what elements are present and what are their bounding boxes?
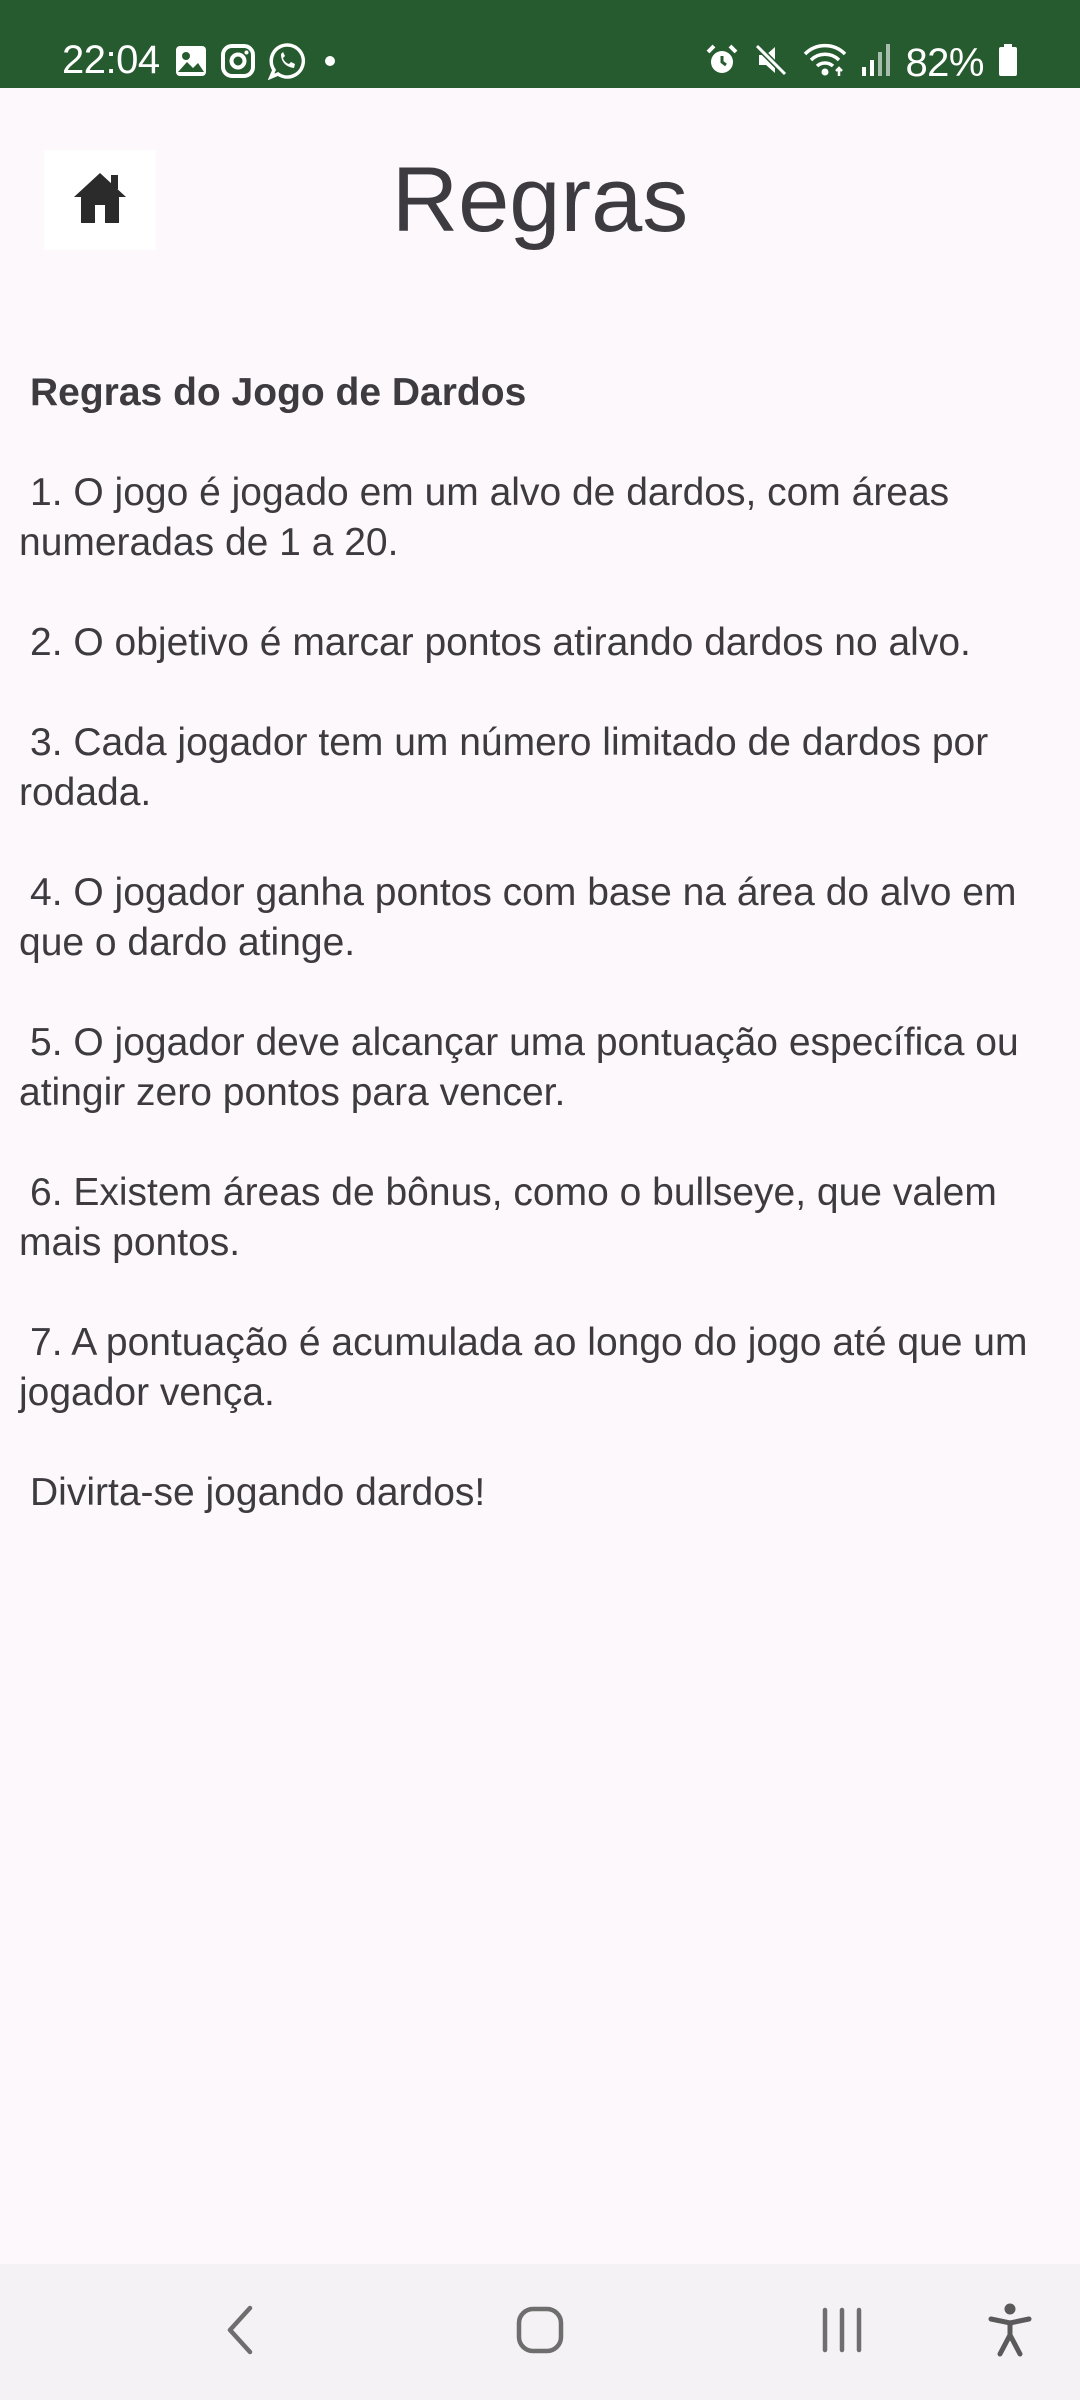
system-icons: 82%	[705, 42, 1018, 83]
back-icon	[220, 2302, 260, 2363]
rule-item-6: 6. Existem áreas de bônus, como o bullse…	[19, 1171, 997, 1264]
recents-button[interactable]	[782, 2264, 902, 2400]
home-circle-icon	[515, 2305, 565, 2360]
rule-item-4: 4. O jogador ganha pontos com base na ár…	[19, 871, 1017, 964]
rules-heading: Regras do Jogo de Dardos	[30, 371, 527, 414]
battery-percent: 82%	[905, 40, 984, 85]
recents-icon	[817, 2305, 867, 2360]
page-title: Regras	[391, 149, 689, 251]
wifi-icon	[803, 42, 847, 83]
alarm-icon	[705, 43, 739, 82]
signal-icon	[861, 43, 891, 82]
rule-item-1: 1. O jogo é jogado em um alvo de dardos,…	[19, 471, 950, 564]
navigation-bar	[0, 2264, 1080, 2400]
status-bar: 22:04 82%	[0, 0, 1080, 88]
rules-closing: Divirta-se jogando dardos!	[30, 1471, 486, 1514]
rule-item-7: 7. A pontuação é acumulada ao longo do j…	[19, 1321, 1028, 1414]
accessibility-icon	[988, 2302, 1032, 2363]
home-nav-button[interactable]	[480, 2264, 600, 2400]
accessibility-button[interactable]	[950, 2264, 1070, 2400]
rules-content: Regras do Jogo de Dardos 1. O jogo é jog…	[19, 368, 1069, 1518]
rule-item-3: 3. Cada jogador tem um número limitado d…	[19, 721, 989, 814]
dot-icon	[318, 49, 342, 73]
mute-icon	[753, 42, 789, 83]
battery-icon	[998, 43, 1018, 82]
instagram-icon	[220, 43, 256, 79]
rule-item-2: 2. O objetivo é marcar pontos atirando d…	[30, 621, 971, 664]
whatsapp-icon	[268, 42, 306, 80]
back-button[interactable]	[180, 2264, 300, 2400]
rule-item-5: 5. O jogador deve alcançar uma pontuação…	[19, 1021, 1019, 1114]
gallery-icon	[174, 44, 208, 78]
status-time: 22:04	[62, 38, 160, 82]
notification-icons	[174, 42, 342, 80]
